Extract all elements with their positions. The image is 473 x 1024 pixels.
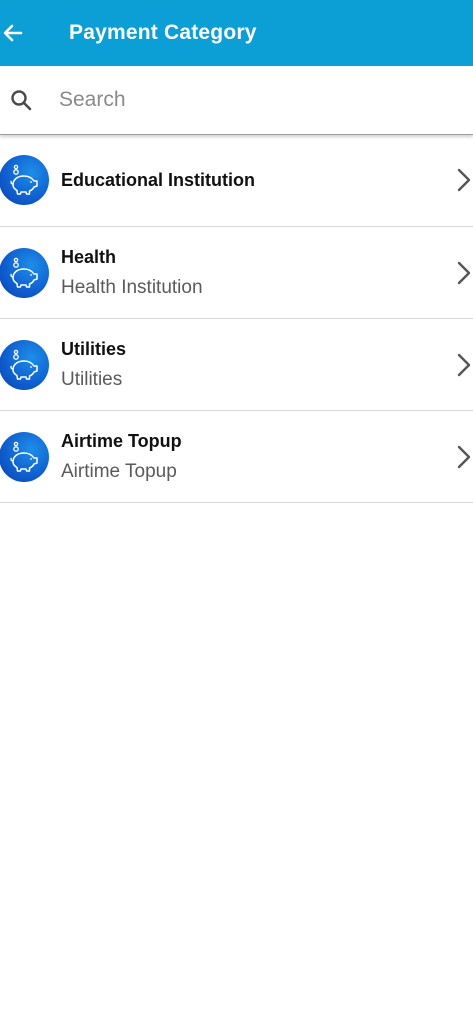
list-item-title: Utilities	[61, 338, 127, 359]
search-icon	[9, 88, 33, 112]
list-item-health[interactable]: Health Health Institution	[0, 227, 473, 319]
list-item-subtitle: Utilities	[61, 368, 123, 390]
avatar	[0, 247, 49, 298]
avatar	[0, 339, 49, 390]
list-item-educational-institution[interactable]: Educational Institution	[0, 134, 473, 227]
search-input[interactable]	[57, 87, 441, 113]
list-item-text: Utilities Utilities	[61, 339, 126, 391]
list-item-airtime-topup[interactable]: Airtime Topup Airtime Topup	[0, 411, 473, 503]
piggy-bank-icon	[10, 349, 38, 380]
chevron-right-icon	[455, 444, 473, 470]
chevron-right-icon	[455, 167, 473, 193]
app-bar: Payment Category	[0, 0, 473, 66]
piggy-bank-icon	[10, 257, 38, 288]
chevron-right-icon	[455, 260, 473, 286]
back-button[interactable]	[0, 20, 26, 46]
piggy-bank-icon	[10, 441, 38, 472]
piggy-bank-icon	[10, 164, 38, 195]
list-item-text: Educational Institution	[61, 170, 255, 191]
list-item-text: Health Health Institution	[61, 247, 203, 299]
category-list: Educational Institution Health Health In…	[0, 134, 473, 503]
list-item-subtitle: Airtime Topup	[61, 460, 177, 482]
search-bar[interactable]	[0, 66, 473, 135]
list-item-text: Airtime Topup Airtime Topup	[61, 431, 182, 483]
avatar	[0, 155, 49, 205]
avatar	[0, 431, 49, 482]
chevron-right-icon	[455, 352, 473, 378]
list-item-utilities[interactable]: Utilities Utilities	[0, 319, 473, 411]
arrow-left-icon	[3, 24, 23, 42]
list-item-title: Educational Institution	[61, 169, 255, 190]
page-title: Payment Category	[69, 21, 257, 44]
list-item-title: Airtime Topup	[61, 430, 182, 451]
list-item-subtitle: Health Institution	[61, 276, 203, 298]
list-item-title: Health	[61, 246, 117, 267]
